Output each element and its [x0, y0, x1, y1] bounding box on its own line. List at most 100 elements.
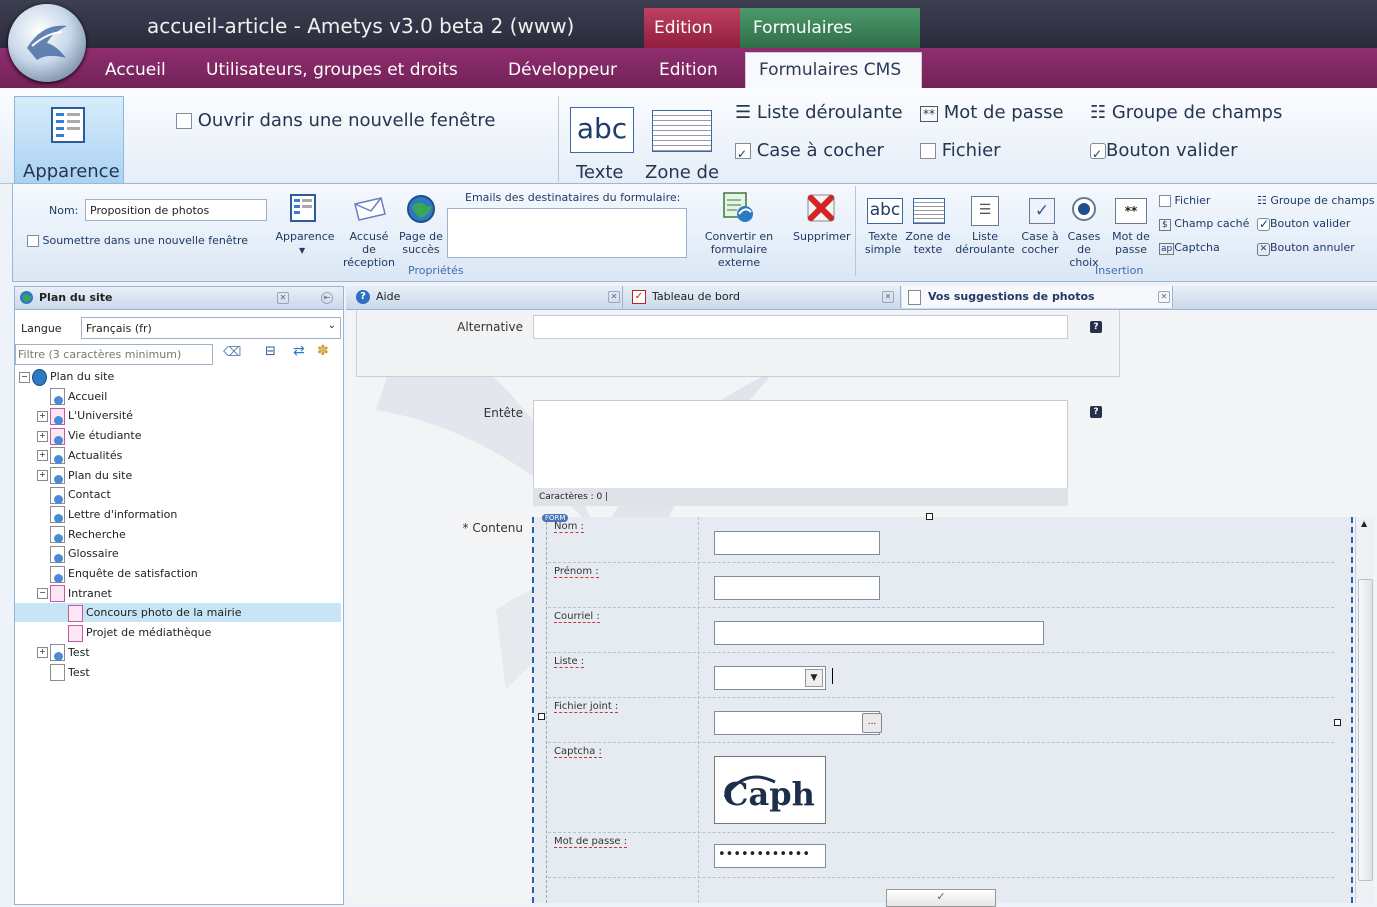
scrollbar-thumb[interactable] [1358, 579, 1373, 881]
mot-de-passe-icon[interactable]: ** [1115, 198, 1147, 224]
fichier-big-button[interactable]: Fichier [920, 140, 1001, 161]
tab-tableau-de-bord[interactable]: ✓ Tableau de bord ✕ [624, 286, 901, 308]
emails-textarea[interactable] [447, 208, 687, 258]
tree-item[interactable]: Glossaire [15, 544, 341, 563]
captcha-button[interactable]: ap Captcha [1159, 241, 1220, 255]
resize-handle[interactable] [538, 713, 545, 720]
expand-icon[interactable]: + [37, 647, 48, 659]
scroll-up-icon[interactable]: ▲ [1361, 519, 1367, 528]
tree-item[interactable]: Recherche [15, 525, 341, 544]
tree-item[interactable]: + Vie étudiante [15, 426, 341, 445]
chevron-down-icon[interactable]: ⌄ [328, 320, 336, 331]
apparence-dropdown-arrow-icon[interactable]: ▼ [299, 244, 305, 257]
close-icon[interactable]: ✕ [1158, 291, 1170, 303]
page-icon [50, 388, 65, 406]
accuse-reception-icon[interactable] [353, 196, 387, 222]
zone-de-texte-big-icon[interactable] [652, 110, 712, 152]
tab-aide[interactable]: ? Aide ✕ [346, 286, 623, 308]
entete-help-icon[interactable]: ? [1090, 406, 1102, 418]
collapse-icon[interactable]: − [19, 371, 30, 383]
cases-de-choix-icon[interactable] [1071, 196, 1097, 222]
tree-item[interactable]: Concours photo de la mairie [15, 603, 341, 623]
texte-big-icon[interactable]: abc [570, 107, 634, 153]
collapse-all-icon[interactable]: ⊟ [265, 344, 276, 359]
close-icon[interactable]: ✕ [882, 291, 894, 303]
password-field[interactable]: •••••••••••• [714, 844, 826, 868]
groupe-de-champs-big-button[interactable]: ☷ Groupe de champs [1090, 102, 1282, 123]
bouton-valider-button[interactable]: Bouton valider [1257, 217, 1350, 231]
open-new-window-option[interactable]: Ouvrir dans une nouvelle fenêtre [176, 110, 495, 131]
fichier-field[interactable] [714, 711, 880, 735]
sitemap-close-icon[interactable]: ✕ [277, 292, 289, 304]
ribbon-tab-edition[interactable]: Edition [659, 60, 718, 80]
liste-select[interactable]: ▼ [714, 666, 826, 690]
expand-icon[interactable]: + [37, 450, 48, 462]
captcha-graphic-icon: Caph a [723, 775, 825, 813]
close-icon[interactable]: ✕ [608, 291, 620, 303]
apparence-icon[interactable] [290, 194, 316, 222]
nom-input[interactable]: Proposition de photos [85, 199, 267, 221]
courriel-field[interactable] [714, 621, 1044, 645]
ribbon-tab-developpeur[interactable]: Développeur [508, 60, 617, 80]
supprimer-icon[interactable] [805, 192, 837, 224]
tree-item[interactable]: Test [15, 663, 341, 682]
ribbon-tab-utilisateurs[interactable]: Utilisateurs, groupes et droits [206, 60, 458, 80]
expand-icon[interactable]: + [37, 470, 48, 481]
app-logo-icon[interactable] [8, 4, 86, 82]
apparence-big-button[interactable]: Apparence [14, 96, 124, 184]
tree-item[interactable]: + Test [15, 643, 341, 662]
tree-item[interactable]: Contact [15, 485, 341, 504]
submit-button[interactable]: ✓ [886, 889, 996, 907]
zone-de-texte-icon[interactable] [913, 198, 945, 224]
tab-vos-suggestions[interactable]: Vos suggestions de photos ✕ [902, 286, 1173, 308]
alternative-help-icon[interactable]: ? [1090, 321, 1102, 333]
convertir-icon[interactable] [721, 190, 755, 224]
rich-text-editor[interactable]: FORM Nom : Prénom : Courriel : Liste : ▼… [532, 513, 1353, 907]
case-a-cocher-big-button[interactable]: Case à cocher [735, 140, 884, 161]
form-row-mot-de-passe: Mot de passe : •••••••••••• [548, 832, 1334, 878]
texte-simple-icon[interactable]: abc [867, 198, 903, 224]
sitemap-collapse-icon[interactable]: ⇤ [321, 292, 333, 304]
tree-item[interactable]: − Plan du site [15, 367, 341, 386]
entete-textarea[interactable] [533, 400, 1068, 490]
tree-item[interactable]: Projet de médiathèque [15, 623, 341, 642]
page-succes-globe-icon[interactable] [406, 194, 436, 224]
champ-cache-button[interactable]: $ Champ caché [1159, 217, 1249, 231]
nom-field[interactable] [714, 531, 880, 555]
liste-deroulante-big-button[interactable]: ☰ Liste déroulante [735, 102, 903, 123]
filter-input[interactable]: Filtre (3 caractères minimum) [15, 344, 213, 365]
open-new-window-checkbox[interactable] [176, 113, 192, 129]
refresh-icon[interactable]: ⇄ [293, 343, 305, 359]
resize-handle[interactable] [1334, 719, 1341, 726]
expand-icon[interactable]: + [37, 430, 48, 442]
tree-item[interactable]: + Plan du site [15, 466, 341, 485]
bouton-annuler-button[interactable]: ✕ Bouton annuler [1257, 241, 1355, 256]
ribbon-tab-accueil[interactable]: Accueil [105, 60, 166, 80]
liste-deroulante-icon[interactable]: ☰ [971, 196, 999, 226]
clear-filter-icon[interactable]: ⌫ [223, 345, 241, 360]
tree-item[interactable]: Lettre d'information [15, 505, 341, 524]
ribbon-tab-formulaires-cms[interactable]: Formulaires CMS [745, 52, 922, 91]
langue-select[interactable]: Français (fr) ⌄ [81, 317, 341, 339]
tree-item[interactable]: + L'Université [15, 406, 341, 425]
prenom-field[interactable] [714, 576, 880, 600]
plugin-icon[interactable]: ✽ [317, 343, 329, 359]
collapse-icon[interactable]: − [37, 588, 48, 600]
page-icon [50, 565, 65, 583]
fichier-button[interactable]: Fichier [1159, 194, 1210, 207]
tree-item[interactable]: + Actualités [15, 446, 341, 465]
tree-item[interactable]: − Intranet [15, 584, 341, 603]
case-a-cocher-icon[interactable]: ✓ [1029, 198, 1055, 224]
mot-de-passe-big-button[interactable]: ** Mot de passe [920, 102, 1064, 123]
browse-button[interactable]: ... [862, 713, 882, 733]
expand-icon[interactable]: + [37, 410, 48, 422]
tree-item[interactable]: Accueil [15, 387, 341, 406]
chevron-down-icon[interactable]: ▼ [805, 669, 823, 687]
alternative-input[interactable] [533, 315, 1068, 339]
soumettre-checkbox[interactable] [27, 235, 39, 247]
groupe-de-champs-button[interactable]: ☷ Groupe de champs [1257, 194, 1375, 207]
soumettre-option[interactable]: Soumettre dans une nouvelle fenêtre [27, 234, 248, 247]
tree-item[interactable]: Enquête de satisfaction [15, 564, 341, 583]
bouton-valider-big-button[interactable]: Bouton valider [1090, 140, 1238, 161]
editor-scrollbar[interactable]: ▲ [1355, 517, 1374, 903]
